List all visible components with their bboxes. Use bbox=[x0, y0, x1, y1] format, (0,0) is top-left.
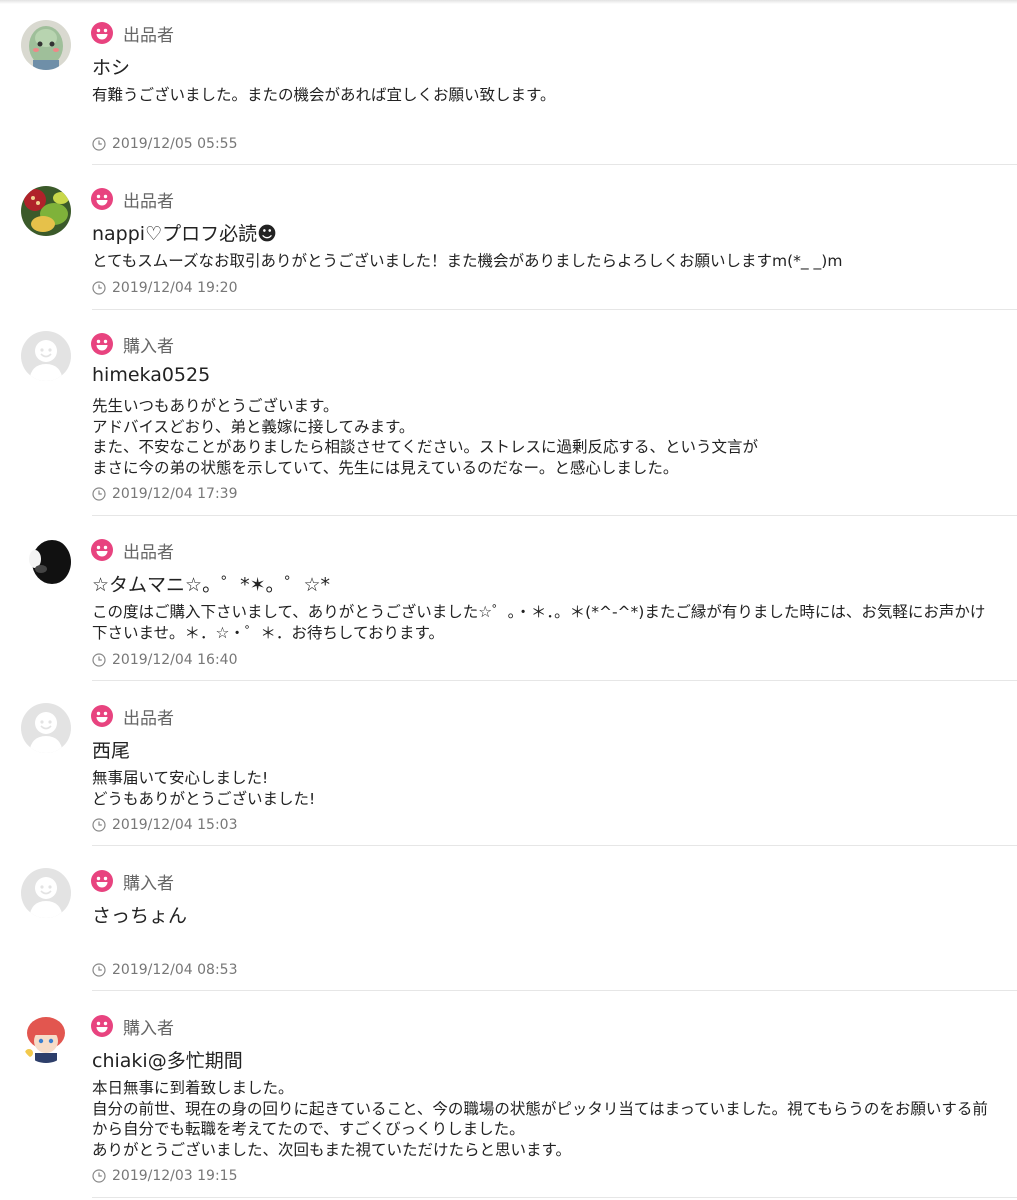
review-item: 出品者 ☆タムマニ☆。゜*✶。゜☆* この度はご購入下さいまして、ありがとうござ… bbox=[0, 516, 1017, 681]
clock-icon bbox=[92, 1169, 106, 1183]
review-comment: とてもスムーズなお取引ありがとうございました！また機会がありましたらよろしくお願… bbox=[92, 252, 843, 270]
date-text: 2019/12/04 17:39 bbox=[112, 486, 238, 502]
avatar[interactable] bbox=[21, 537, 71, 587]
role-text: 購入者 bbox=[123, 873, 174, 894]
clock-icon bbox=[92, 137, 106, 151]
smile-icon bbox=[91, 1015, 113, 1037]
review-comment: 有難うございました。またの機会があれば宜しくお願い致します。 bbox=[92, 86, 556, 104]
review-item: 出品者 西尾 無事届いて安心しました! どうもありがとうございました! 2019… bbox=[0, 681, 1017, 846]
avatar[interactable] bbox=[21, 186, 71, 236]
avatar[interactable] bbox=[21, 20, 71, 70]
review-date: 2019/12/04 15:03 bbox=[92, 815, 238, 835]
date-text: 2019/12/04 15:03 bbox=[112, 817, 238, 833]
review-item: 購入者 さっちょん 2019/12/04 08:53 bbox=[0, 846, 1017, 991]
reviewer-name[interactable]: ☆タムマニ☆。゜*✶。゜☆* bbox=[92, 570, 330, 597]
review-item: 購入者 himeka0525 先生いつもありがとうございます。 アドバイスどおり… bbox=[0, 310, 1017, 516]
reviewer-name[interactable]: 西尾 bbox=[92, 736, 130, 763]
clock-icon bbox=[92, 281, 106, 295]
review-date: 2019/12/05 05:55 bbox=[92, 134, 238, 154]
role-text: 購入者 bbox=[123, 336, 174, 357]
review-item: 出品者 ホシ 有難うございました。またの機会があれば宜しくお願い致します。 20… bbox=[0, 0, 1017, 165]
date-text: 2019/12/04 19:20 bbox=[112, 280, 238, 296]
role-label: 出品者 bbox=[91, 187, 174, 212]
role-label: 購入者 bbox=[91, 1014, 174, 1039]
reviewer-name[interactable]: さっちょん bbox=[92, 901, 187, 928]
photo-avatar-green-figure-icon bbox=[21, 20, 71, 70]
smile-icon bbox=[91, 188, 113, 210]
role-label: 購入者 bbox=[91, 332, 174, 357]
default-avatar-icon bbox=[21, 868, 71, 918]
review-item: 出品者 nappi♡プロフ必読☻ とてもスムーズなお取引ありがとうございました！… bbox=[0, 165, 1017, 310]
role-text: 出品者 bbox=[123, 191, 174, 212]
avatar[interactable] bbox=[21, 703, 71, 753]
review-comment: 先生いつもありがとうございます。 アドバイスどおり、弟と義嫁に接してみます。 ま… bbox=[92, 397, 759, 477]
review-date: 2019/12/04 08:53 bbox=[92, 960, 238, 980]
clock-icon bbox=[92, 818, 106, 832]
smile-icon bbox=[91, 22, 113, 44]
smile-icon bbox=[91, 870, 113, 892]
avatar[interactable] bbox=[21, 331, 71, 381]
date-text: 2019/12/04 08:53 bbox=[112, 962, 238, 978]
reviewer-name[interactable]: himeka0525 bbox=[92, 364, 210, 386]
reviewer-name[interactable]: ホシ bbox=[92, 53, 130, 80]
smile-icon bbox=[91, 705, 113, 727]
review-comment: 無事届いて安心しました! どうもありがとうございました! bbox=[92, 769, 316, 808]
avatar[interactable] bbox=[21, 1013, 71, 1063]
photo-avatar-anime-character-icon bbox=[21, 1013, 71, 1063]
review-comment: この度はご購入下さいまして、ありがとうございました☆゜。・＊．。＊(*^-^*)… bbox=[92, 603, 986, 642]
date-text: 2019/12/03 19:15 bbox=[112, 1168, 238, 1184]
date-text: 2019/12/05 05:55 bbox=[112, 136, 238, 152]
reviewer-name[interactable]: chiaki@多忙期間 bbox=[92, 1046, 243, 1073]
photo-avatar-dessert-icon bbox=[21, 186, 71, 236]
review-item: 購入者 chiaki@多忙期間 本日無事に到着致しました。 自分の前世、現在の身… bbox=[0, 991, 1017, 1200]
role-label: 出品者 bbox=[91, 21, 174, 46]
role-text: 出品者 bbox=[123, 708, 174, 729]
divider bbox=[92, 1197, 1017, 1198]
role-label: 出品者 bbox=[91, 704, 174, 729]
clock-icon bbox=[92, 963, 106, 977]
review-comment: 本日無事に到着致しました。 自分の前世、現在の身の回りに起きていること、今の職場… bbox=[92, 1079, 988, 1159]
review-date: 2019/12/03 19:15 bbox=[92, 1166, 238, 1186]
reviewer-name[interactable]: nappi♡プロフ必読☻ bbox=[92, 219, 277, 246]
smile-icon bbox=[91, 539, 113, 561]
clock-icon bbox=[92, 487, 106, 501]
default-avatar-icon bbox=[21, 331, 71, 381]
review-date: 2019/12/04 17:39 bbox=[92, 484, 238, 504]
role-label: 出品者 bbox=[91, 538, 174, 563]
review-date: 2019/12/04 16:40 bbox=[92, 650, 238, 670]
photo-avatar-dark-icon bbox=[21, 537, 71, 587]
role-text: 出品者 bbox=[123, 542, 174, 563]
avatar[interactable] bbox=[21, 868, 71, 918]
date-text: 2019/12/04 16:40 bbox=[112, 652, 238, 668]
role-text: 出品者 bbox=[123, 25, 174, 46]
smile-icon bbox=[91, 333, 113, 355]
review-date: 2019/12/04 19:20 bbox=[92, 278, 238, 298]
default-avatar-icon bbox=[21, 703, 71, 753]
role-label: 購入者 bbox=[91, 869, 174, 894]
clock-icon bbox=[92, 653, 106, 667]
role-text: 購入者 bbox=[123, 1018, 174, 1039]
